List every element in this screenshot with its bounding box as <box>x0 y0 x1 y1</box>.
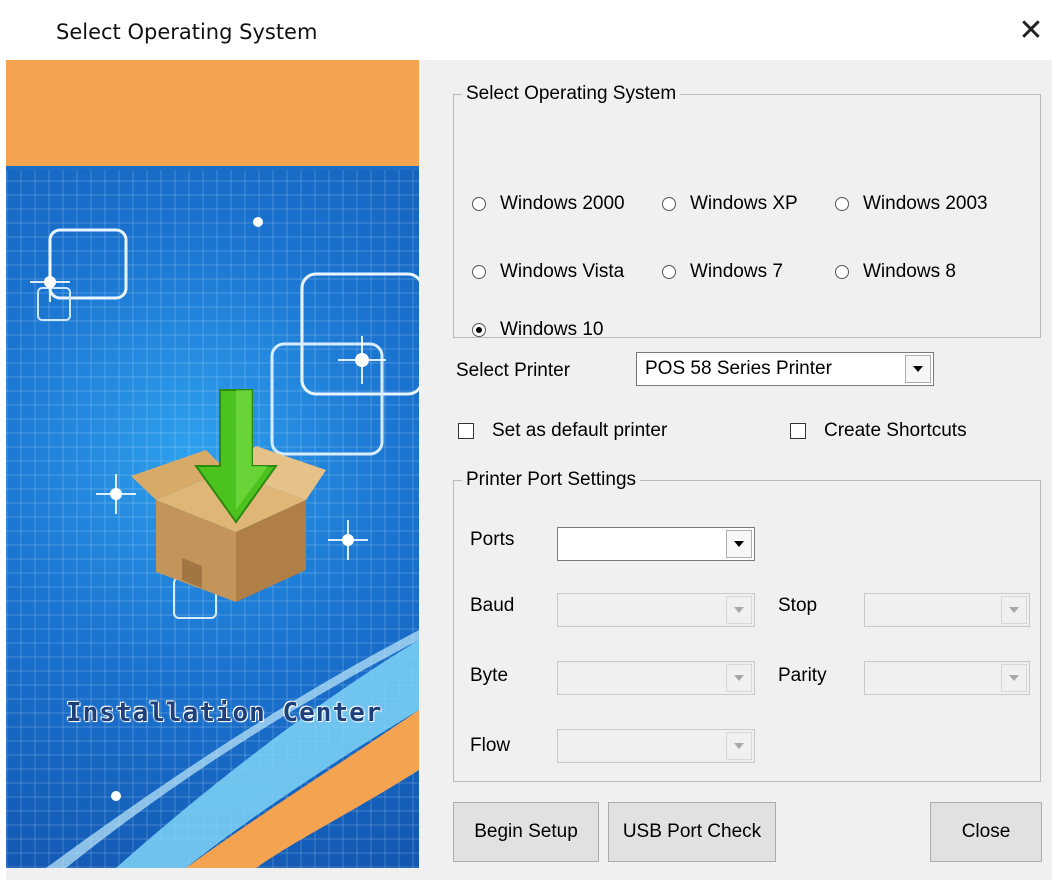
radio-label: Windows Vista <box>500 261 625 282</box>
default-printer-checkbox[interactable]: Set as default printer <box>458 420 667 442</box>
select-printer-label: Select Printer <box>456 360 571 381</box>
radio-windows-2000[interactable]: Windows 2000 <box>472 193 625 215</box>
stop-label: Stop <box>778 595 818 616</box>
chevron-down-icon[interactable] <box>905 355 931 383</box>
parity-select <box>864 661 1030 695</box>
radio-windows-10[interactable]: Windows 10 <box>472 319 604 341</box>
ports-label: Ports <box>470 529 515 550</box>
banner-orange-stripe <box>6 60 419 166</box>
chevron-down-icon <box>1001 596 1027 624</box>
chevron-down-icon <box>726 664 752 692</box>
printer-select[interactable]: POS 58 Series Printer <box>636 352 934 386</box>
installation-banner: Installation Center <box>6 60 419 868</box>
baud-label: Baud <box>470 595 515 616</box>
radio-label: Windows 2000 <box>500 193 625 214</box>
checkbox-label: Create Shortcuts <box>824 420 967 441</box>
radio-indicator[interactable] <box>662 197 676 211</box>
port-settings-groupbox: Printer Port Settings Ports Baud Stop By… <box>453 469 1041 782</box>
installation-center-title: Installation Center <box>66 698 383 728</box>
usb-port-check-button[interactable]: USB Port Check <box>608 802 776 862</box>
checkbox-box[interactable] <box>790 423 806 439</box>
window-title: Select Operating System <box>56 20 318 44</box>
create-shortcuts-checkbox[interactable]: Create Shortcuts <box>790 420 967 442</box>
os-groupbox: Select Operating System Windows 2000 Win… <box>453 83 1041 341</box>
radio-label: Windows XP <box>690 193 798 214</box>
banner-blue-area: Installation Center <box>6 170 419 868</box>
radio-indicator[interactable] <box>662 265 676 279</box>
chevron-down-icon[interactable] <box>726 530 752 558</box>
port-group-legend: Printer Port Settings <box>462 469 641 491</box>
radio-windows-xp[interactable]: Windows XP <box>662 193 798 215</box>
ports-select[interactable] <box>557 527 755 561</box>
title-bar: Select Operating System ✕ <box>0 0 1052 60</box>
printer-select-value: POS 58 Series Printer <box>645 358 832 379</box>
chevron-down-icon <box>726 732 752 760</box>
radio-indicator[interactable] <box>835 197 849 211</box>
parity-label: Parity <box>778 665 827 686</box>
close-icon[interactable]: ✕ <box>1014 14 1048 48</box>
radio-indicator[interactable] <box>835 265 849 279</box>
banner-decoration <box>30 217 419 868</box>
begin-setup-button[interactable]: Begin Setup <box>453 802 599 862</box>
radio-windows-8[interactable]: Windows 8 <box>835 261 956 283</box>
radio-windows-2003[interactable]: Windows 2003 <box>835 193 988 215</box>
radio-label: Windows 7 <box>690 261 783 282</box>
radio-indicator[interactable] <box>472 265 486 279</box>
radio-label: Windows 2003 <box>863 193 988 214</box>
radio-indicator-selected[interactable] <box>472 323 486 337</box>
os-group-legend: Select Operating System <box>462 83 681 105</box>
radio-label: Windows 8 <box>863 261 956 282</box>
flow-label: Flow <box>470 735 511 756</box>
flow-select <box>557 729 755 763</box>
radio-windows-vista[interactable]: Windows Vista <box>472 261 624 283</box>
checkbox-label: Set as default printer <box>492 420 668 441</box>
stop-select <box>864 593 1030 627</box>
chevron-down-icon <box>726 596 752 624</box>
checkbox-box[interactable] <box>458 423 474 439</box>
radio-windows-7[interactable]: Windows 7 <box>662 261 783 283</box>
byte-select <box>557 661 755 695</box>
baud-select <box>557 593 755 627</box>
close-button[interactable]: Close <box>930 802 1042 862</box>
radio-label: Windows 10 <box>500 319 604 340</box>
chevron-down-icon <box>1001 664 1027 692</box>
byte-label: Byte <box>470 665 509 686</box>
radio-indicator[interactable] <box>472 197 486 211</box>
dialog-body: Installation Center Select Operating Sys… <box>6 60 1052 880</box>
